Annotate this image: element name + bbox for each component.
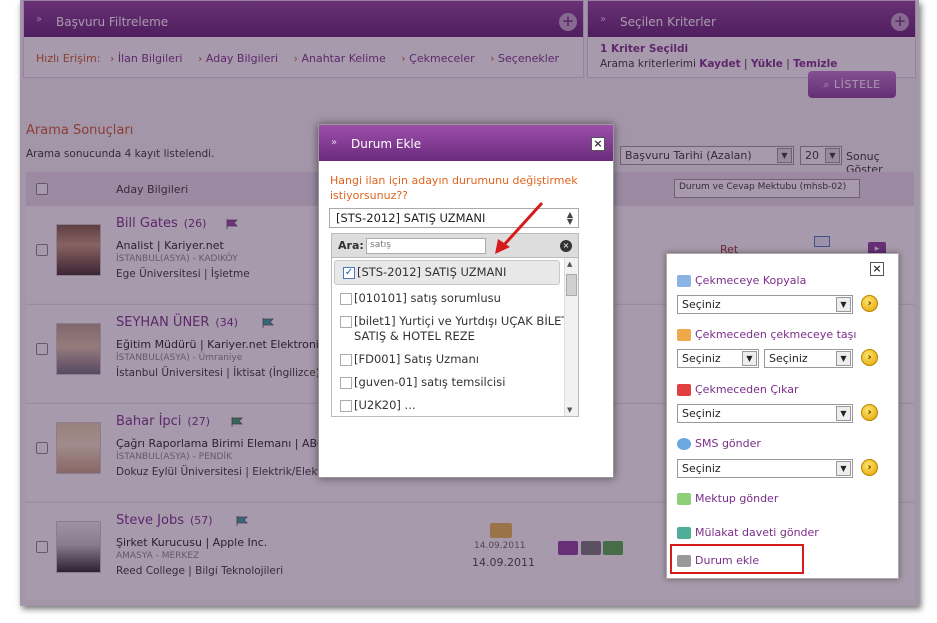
dropdown-option[interactable]: [010101] satış sorumlusu	[332, 287, 578, 310]
sms-go-button[interactable]: ›	[861, 459, 878, 476]
actions-panel: × Çekmeceye Kopyala Seçiniz ▼ › Çekmecede…	[666, 253, 899, 579]
highlight-box	[670, 544, 804, 574]
dropdown-option-label: [010101] satış sorumlusu	[354, 291, 501, 305]
status-add-modal: » Durum Ekle × Hangi ilan için adayın du…	[318, 124, 614, 478]
dropdown-option-label: [STS-2012] SATIŞ UZMANI	[357, 265, 507, 279]
chevron-down-icon: ▼	[836, 297, 851, 312]
chevron-down-icon: ▼	[742, 351, 757, 366]
copy-to-drawer-label: Çekmeceye Kopyala	[695, 274, 807, 287]
modal-question: Hangi ilan için adayın durumunu değiştir…	[330, 174, 578, 202]
move-drawer-label: Çekmeceden çekmeceye taşı	[695, 328, 857, 341]
copy-to-drawer-action[interactable]: Çekmeceye Kopyala	[677, 274, 806, 287]
dropdown-option[interactable]: ✓ [STS-2012] SATIŞ UZMANI	[334, 260, 560, 285]
scroll-up-icon[interactable]: ▲	[567, 260, 572, 268]
option-checkbox[interactable]	[340, 293, 352, 305]
dropdown-option-label: [bilet1] Yurtiçi ve Yurtdışı UÇAK BİLETİ…	[354, 314, 572, 343]
chevron-down-icon: ▼	[836, 406, 851, 421]
move-to-select-value: Seçiniz	[769, 352, 808, 365]
dropdown-option[interactable]: [guven-01] satış temsilcisi	[332, 371, 578, 394]
remove-x-icon	[677, 384, 691, 396]
move-drawer-to-select[interactable]: Seçiniz ▼	[764, 349, 853, 368]
remove-from-drawer-action[interactable]: Çekmeceden Çıkar	[677, 383, 799, 396]
move-from-select-value: Seçiniz	[682, 352, 721, 365]
modal-title: Durum Ekle	[351, 137, 422, 151]
send-interview-label: Mülakat daveti gönder	[695, 526, 819, 539]
dropdown-option-label: [guven-01] satış temsilcisi	[354, 375, 506, 389]
dropdown-option[interactable]: [U2K20] ...	[332, 394, 578, 416]
interview-icon	[677, 527, 691, 539]
dropdown-search-bar: Ara: satış ×	[332, 234, 578, 258]
send-letter-action[interactable]: Mektup gönder	[677, 492, 778, 505]
move-icon	[677, 329, 691, 341]
copy-drawer-go-button[interactable]: ›	[861, 295, 878, 312]
remove-drawer-select[interactable]: Seçiniz ▼	[677, 404, 853, 423]
search-label: Ara:	[338, 239, 364, 252]
job-posting-select-value: [STS-2012] SATIŞ UZMANI	[336, 211, 486, 225]
copy-icon	[677, 275, 691, 287]
double-chevron-icon: »	[331, 137, 338, 148]
dropdown-option-label: [FD001] Satış Uzmanı	[354, 352, 479, 366]
send-sms-label: SMS gönder	[695, 437, 761, 450]
panel-close-icon[interactable]: ×	[870, 262, 884, 276]
option-checkbox[interactable]	[340, 354, 352, 366]
scroll-down-icon[interactable]: ▼	[567, 406, 572, 414]
check-icon[interactable]: ✓	[343, 267, 355, 279]
dropdown-scrollbar[interactable]: ▲ ▼	[564, 258, 578, 416]
chevron-down-icon: ▼	[836, 351, 851, 366]
clear-search-icon[interactable]: ×	[560, 240, 572, 252]
modal-header: » Durum Ekle ×	[319, 125, 613, 161]
scrollbar-thumb[interactable]	[566, 274, 577, 296]
move-drawer-go-button[interactable]: ›	[861, 349, 878, 366]
copy-drawer-select-value: Seçiniz	[682, 298, 721, 311]
option-checkbox[interactable]	[340, 400, 352, 412]
send-sms-action[interactable]: SMS gönder	[677, 437, 761, 450]
send-letter-label: Mektup gönder	[695, 492, 779, 505]
dropdown-search-input[interactable]: satış	[366, 238, 486, 254]
remove-from-drawer-label: Çekmeceden Çıkar	[695, 383, 799, 396]
dropdown-option[interactable]: [bilet1] Yurtiçi ve Yurtdışı UÇAK BİLETİ…	[332, 310, 578, 348]
job-posting-select[interactable]: [STS-2012] SATIŞ UZMANI ▲ ▼	[329, 208, 579, 228]
dropdown-option[interactable]: [FD001] Satış Uzmanı	[332, 348, 578, 371]
send-interview-action[interactable]: Mülakat daveti gönder	[677, 526, 819, 539]
sms-select-value: Seçiniz	[682, 462, 721, 475]
option-checkbox[interactable]	[340, 316, 352, 328]
copy-drawer-select[interactable]: Seçiniz ▼	[677, 295, 853, 314]
sms-icon	[677, 438, 691, 450]
move-drawer-action[interactable]: Çekmeceden çekmeceye taşı	[677, 328, 856, 341]
move-drawer-from-select[interactable]: Seçiniz ▼	[677, 349, 759, 368]
job-posting-dropdown: Ara: satış × ✓ [STS-2012] SATIŞ UZMANI [0…	[331, 233, 579, 417]
letter-icon	[677, 493, 691, 505]
chevron-down-icon: ▼	[836, 461, 851, 476]
dropdown-option-label: [U2K20] ...	[354, 398, 416, 412]
remove-drawer-go-button[interactable]: ›	[861, 404, 878, 421]
remove-drawer-select-value: Seçiniz	[682, 407, 721, 420]
modal-close-icon[interactable]: ×	[591, 137, 605, 151]
sms-select[interactable]: Seçiniz ▼	[677, 459, 853, 478]
updown-chevron-icon: ▲ ▼	[566, 210, 573, 226]
option-checkbox[interactable]	[340, 377, 352, 389]
